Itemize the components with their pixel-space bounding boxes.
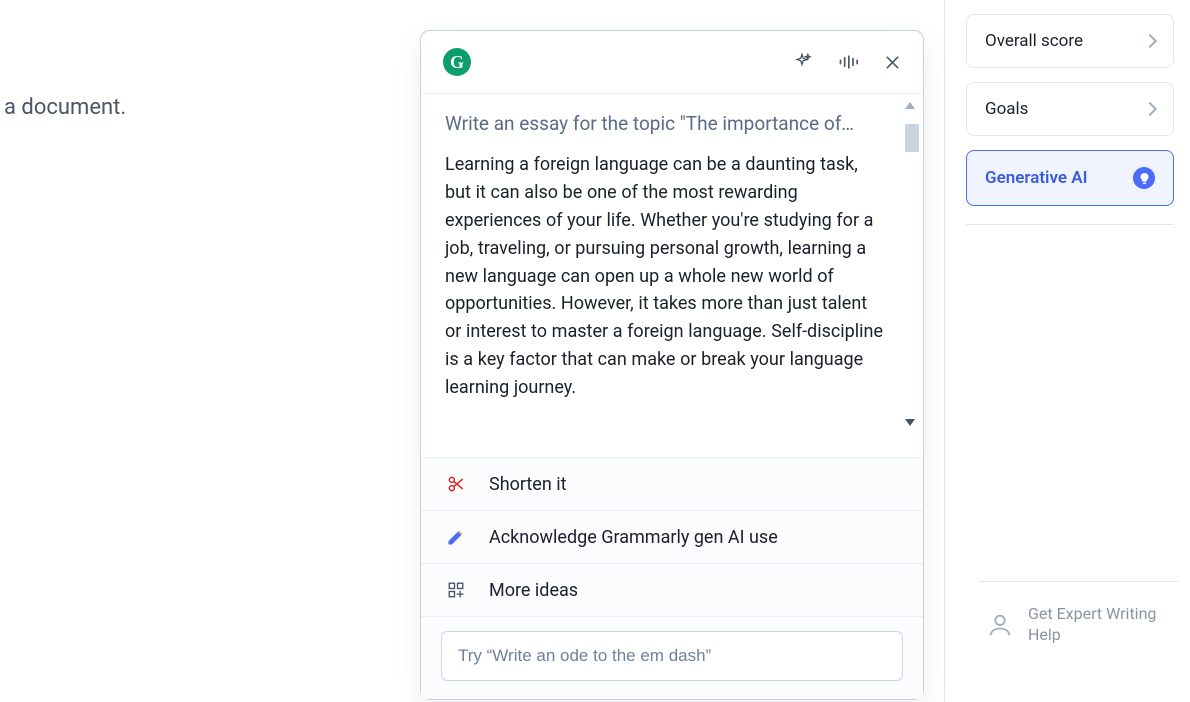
sidebar-divider (966, 224, 1174, 225)
scissors-icon (445, 473, 467, 495)
expert-writing-help[interactable]: Get Expert Writing Help (986, 604, 1190, 646)
overall-score-card[interactable]: Overall score (966, 14, 1174, 68)
popup-header: G (421, 31, 923, 94)
grammarly-logo[interactable]: G (443, 48, 471, 76)
expert-help-label: Get Expert Writing Help (1028, 604, 1190, 646)
popup-content: Write an essay for the topic "The import… (421, 94, 923, 439)
popup-scroll-area: Write an essay for the topic "The import… (421, 94, 923, 457)
shorten-action[interactable]: Shorten it (421, 458, 923, 511)
sparkle-button[interactable] (792, 52, 812, 72)
pencil-icon (445, 526, 467, 548)
close-button[interactable] (884, 54, 901, 71)
person-icon (986, 611, 1014, 639)
essay-body: Learning a foreign language can be a dau… (445, 151, 899, 402)
acknowledge-label: Acknowledge Grammarly gen AI use (489, 527, 778, 548)
bulb-icon (1133, 167, 1155, 189)
generative-ai-card[interactable]: Generative AI (966, 150, 1174, 206)
grammarly-ai-popup: G (420, 30, 924, 700)
right-panel: Overall score Goals Generative AI (966, 14, 1174, 225)
popup-header-actions (792, 52, 901, 72)
goals-label: Goals (985, 99, 1028, 119)
right-separator (944, 0, 945, 702)
voice-button[interactable] (838, 53, 858, 71)
logo-letter: G (450, 52, 464, 73)
prompt-input-wrap (421, 617, 923, 699)
prompt-title: Write an essay for the topic "The import… (445, 112, 899, 135)
more-ideas-label: More ideas (489, 580, 578, 601)
document-text-fragment: a document. (4, 95, 126, 120)
generative-ai-label: Generative AI (985, 168, 1087, 188)
goals-card[interactable]: Goals (966, 82, 1174, 136)
shorten-label: Shorten it (489, 474, 567, 495)
grid-plus-icon (445, 579, 467, 601)
acknowledge-action[interactable]: Acknowledge Grammarly gen AI use (421, 511, 923, 564)
chevron-right-icon (1143, 102, 1157, 116)
prompt-input[interactable] (441, 631, 903, 681)
chevron-right-icon (1143, 34, 1157, 48)
more-ideas-action[interactable]: More ideas (421, 564, 923, 617)
overall-score-label: Overall score (985, 31, 1083, 51)
sidebar-lower-divider (979, 581, 1179, 582)
popup-actions: Shorten it Acknowledge Grammarly gen AI … (421, 457, 923, 699)
